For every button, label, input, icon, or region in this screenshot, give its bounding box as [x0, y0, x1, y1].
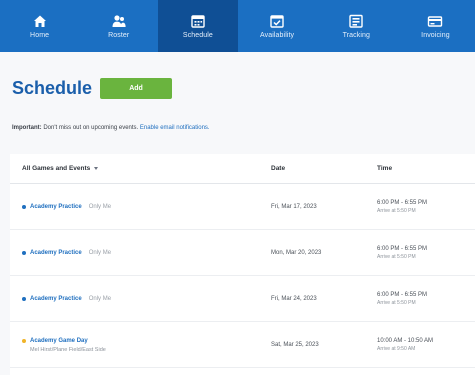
- tracking-icon: [349, 14, 363, 28]
- event-type-dot-icon: [22, 205, 26, 209]
- availability-icon: [270, 14, 284, 28]
- table-row[interactable]: Academy Practice Only Me Fri, Mar 24, 20…: [10, 276, 475, 322]
- event-location: Mel Hirst/Plane Field/East Side: [30, 346, 106, 353]
- nav-label: Availability: [260, 31, 295, 39]
- home-icon: [33, 15, 46, 27]
- event-line: Academy Practice Only Me: [22, 250, 111, 256]
- event-type-dot-icon: [22, 251, 26, 255]
- nav-label: Tracking: [342, 31, 370, 39]
- table-row[interactable]: Academy Game Day Mel Hirst/Plane Field/E…: [10, 322, 475, 368]
- page-header: Schedule Add: [0, 77, 475, 101]
- event-cell: Academy Practice Only Me: [22, 184, 111, 230]
- event-date: Fri, Mar 17, 2023: [271, 204, 317, 210]
- event-name-link[interactable]: Academy Game Day: [30, 338, 88, 344]
- table-header: All Games and Events Date Time: [10, 154, 475, 184]
- nav-label: Home: [30, 31, 50, 39]
- nav-item-tracking[interactable]: Tracking: [317, 0, 396, 52]
- event-visibility-tag: Only Me: [88, 204, 112, 210]
- nav-item-roster[interactable]: Roster: [79, 0, 158, 52]
- event-cell: Academy Practice Only Me: [22, 230, 111, 276]
- event-cell: Academy Practice Only Me: [22, 276, 111, 322]
- arrival-time: Arrive at 5:50 PM: [377, 254, 416, 260]
- event-date: Sat, Mar 25, 2023: [271, 342, 319, 348]
- calendar-icon: [191, 14, 205, 28]
- nav-label: Invoicing: [421, 31, 450, 39]
- event-name-link[interactable]: Academy Practice: [30, 250, 82, 256]
- top-navigation: Home Roster Schedule Availability Tracki…: [0, 0, 475, 52]
- roster-icon: [112, 14, 126, 27]
- arrival-time: Arrive at 5:50 PM: [377, 300, 416, 306]
- nav-label: Schedule: [182, 31, 213, 39]
- page-title: Schedule: [12, 78, 93, 98]
- notice-label: Important:: [12, 125, 42, 131]
- event-visibility-tag: Only Me: [88, 296, 112, 302]
- event-time: 6:00 PM - 6:55 PM: [377, 292, 428, 298]
- arrival-time: Arrive at 9:50 AM: [377, 346, 416, 352]
- notice-text: Don't miss out on upcoming events.: [41, 125, 140, 131]
- column-header-events: All Games and Events: [22, 165, 91, 172]
- event-line: Academy Practice Only Me: [22, 204, 111, 210]
- time-cell: 10:00 AM - 10:50 AM Arrive at 9:50 AM: [377, 322, 433, 368]
- event-visibility-tag: Only Me: [88, 250, 112, 256]
- events-filter-dropdown[interactable]: All Games and Events: [22, 154, 99, 184]
- event-date: Fri, Mar 24, 2023: [271, 296, 317, 302]
- event-time: 10:00 AM - 10:50 AM: [377, 338, 434, 344]
- event-line: Academy Game Day: [22, 338, 106, 344]
- nav-item-availability[interactable]: Availability: [238, 0, 317, 52]
- notification-notice: Important: Don't miss out on upcoming ev…: [12, 120, 475, 136]
- nav-item-invoicing[interactable]: Invoicing: [396, 0, 475, 52]
- event-time: 6:00 PM - 6:55 PM: [377, 246, 428, 252]
- event-name-link[interactable]: Academy Practice: [30, 204, 82, 210]
- time-cell: 6:00 PM - 6:55 PM Arrive at 5:50 PM: [377, 184, 427, 230]
- time-cell: 6:00 PM - 6:55 PM Arrive at 5:50 PM: [377, 230, 427, 276]
- time-cell: 6:00 PM - 6:55 PM Arrive at 5:50 PM: [377, 276, 427, 322]
- table-row[interactable]: Academy Practice Only Me Mon, Mar 20, 20…: [10, 230, 475, 276]
- table-row[interactable]: Academy Practice Only Me Fri, Mar 17, 20…: [10, 184, 475, 230]
- column-header-date: Date: [271, 165, 286, 172]
- event-line: Academy Practice Only Me: [22, 296, 111, 302]
- event-time: 6:00 PM - 6:55 PM: [377, 200, 428, 206]
- column-header-time: Time: [377, 165, 393, 172]
- arrival-time: Arrive at 5:50 PM: [377, 208, 416, 214]
- nav-item-schedule[interactable]: Schedule: [158, 0, 238, 52]
- enable-notifications-link[interactable]: Enable email notifications.: [140, 125, 210, 131]
- event-name-link[interactable]: Academy Practice: [30, 296, 82, 302]
- invoicing-icon: [428, 15, 443, 27]
- schedule-page: Schedule Add Important: Don't miss out o…: [0, 52, 475, 375]
- game-dot-icon: [22, 338, 26, 343]
- schedule-table: All Games and Events Date Time Academy P…: [10, 154, 475, 375]
- caret-down-icon: [94, 166, 99, 170]
- add-event-button[interactable]: Add: [100, 78, 172, 99]
- event-cell: Academy Game Day Mel Hirst/Plane Field/E…: [22, 322, 106, 368]
- nav-item-home[interactable]: Home: [0, 0, 79, 52]
- event-date: Mon, Mar 20, 2023: [271, 250, 322, 256]
- nav-label: Roster: [108, 31, 130, 39]
- event-type-dot-icon: [22, 297, 26, 301]
